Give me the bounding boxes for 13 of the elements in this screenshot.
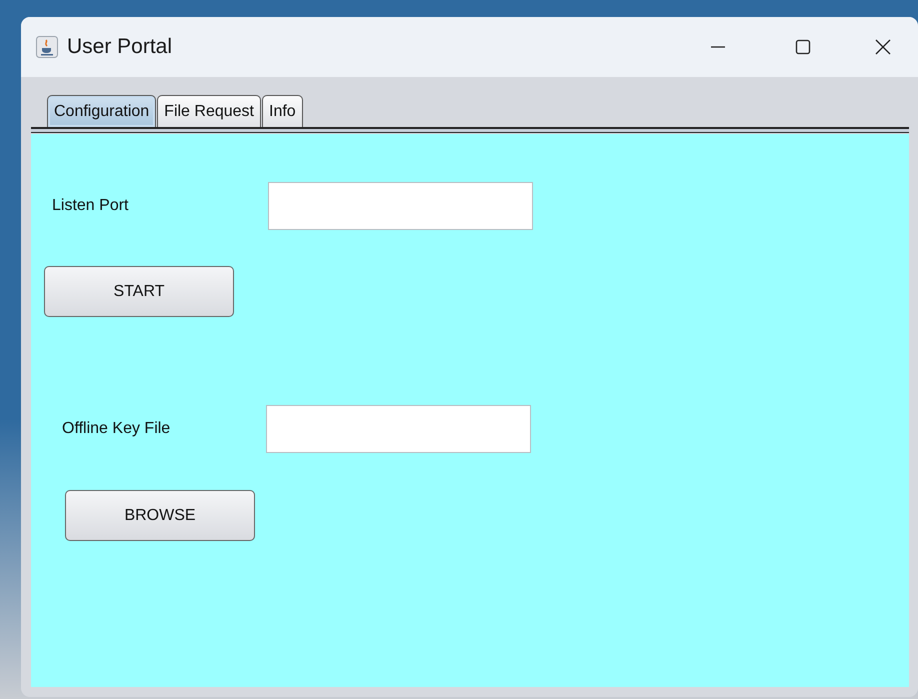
tab[interactable]: File Request xyxy=(157,95,261,127)
cup-icon xyxy=(36,36,58,58)
input-field[interactable] xyxy=(266,405,531,453)
action-button[interactable]: BROWSE xyxy=(65,490,255,541)
input-field[interactable] xyxy=(268,182,533,230)
maximize-icon[interactable] xyxy=(794,38,812,56)
tab[interactable]: Info xyxy=(262,95,303,127)
field-label: Offline Key File xyxy=(62,420,172,438)
window-title: User Portal xyxy=(67,35,172,59)
field-label: Listen Port xyxy=(52,197,130,215)
action-button[interactable]: START xyxy=(44,266,234,317)
tab[interactable]: Configuration xyxy=(47,95,156,127)
close-icon[interactable] xyxy=(874,38,892,56)
